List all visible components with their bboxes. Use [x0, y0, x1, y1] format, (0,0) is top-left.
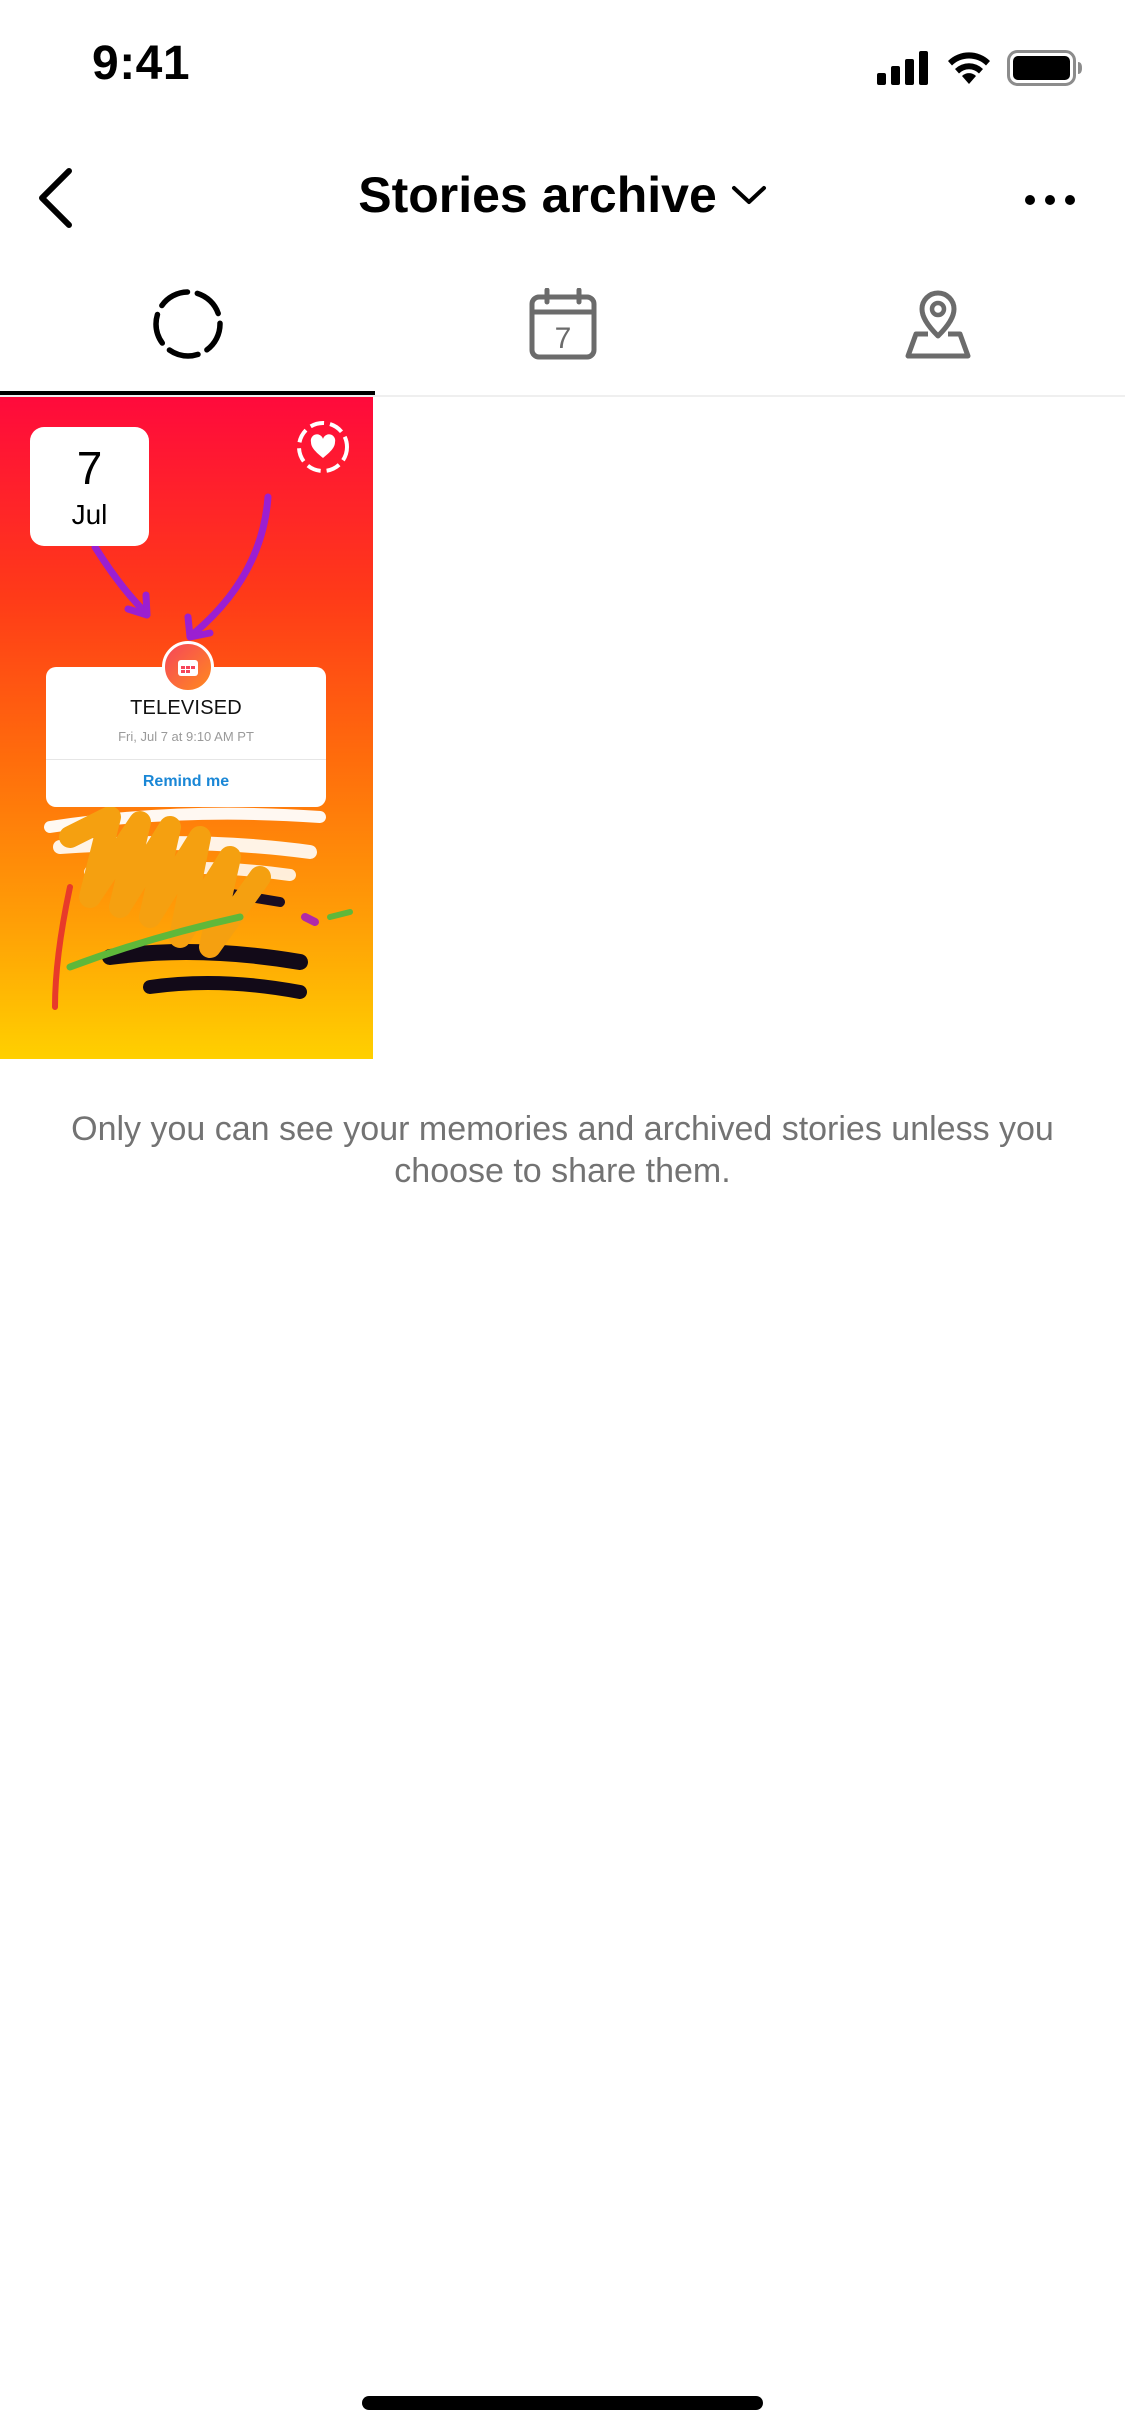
- reminder-title: TELEVISED: [130, 697, 242, 719]
- signal-icon: [877, 51, 928, 85]
- highlight-heart-icon: [297, 421, 349, 473]
- stories-circle-icon: [152, 289, 223, 359]
- calendar-icon-number: 7: [554, 322, 571, 355]
- tab-bar: 7: [0, 255, 1125, 397]
- status-bar: 9:41: [0, 0, 1125, 140]
- status-time: 9:41: [92, 37, 191, 90]
- more-options-button[interactable]: [1005, 170, 1095, 230]
- story-date-badge: 7 Jul: [30, 427, 149, 546]
- privacy-info-text: Only you can see your memories and archi…: [71, 1110, 1054, 1190]
- tab-calendar[interactable]: 7: [375, 255, 750, 393]
- status-icons: [877, 48, 1083, 88]
- more-horizontal-icon: [1025, 195, 1075, 205]
- story-date-month: Jul: [71, 498, 108, 530]
- reminder-calendar-icon: [162, 641, 214, 693]
- tab-stories[interactable]: [0, 255, 375, 395]
- tab-map[interactable]: [750, 255, 1125, 393]
- wifi-icon: [948, 52, 990, 84]
- nav-bar: Stories archive: [0, 140, 1125, 255]
- reminder-divider: [46, 759, 326, 760]
- reminder-sticker: TELEVISED Fri, Jul 7 at 9:10 AM PT Remin…: [46, 641, 326, 807]
- home-indicator[interactable]: [362, 2396, 763, 2410]
- calendar-icon: 7: [529, 288, 596, 360]
- reminder-subtitle: Fri, Jul 7 at 9:10 AM PT: [118, 729, 254, 744]
- map-pin-icon: [905, 290, 970, 359]
- page-title: Stories archive: [358, 167, 717, 223]
- chevron-down-icon: [731, 186, 766, 204]
- battery-icon: [1007, 50, 1082, 86]
- remind-me-label: Remind me: [142, 773, 230, 790]
- story-archive-item[interactable]: 7 Jul TELEVISED Fri, Jul 7 at 9:10 AM PT…: [0, 397, 373, 1059]
- title-dropdown[interactable]: Stories archive: [0, 166, 1125, 224]
- story-date-day: 7: [76, 441, 103, 494]
